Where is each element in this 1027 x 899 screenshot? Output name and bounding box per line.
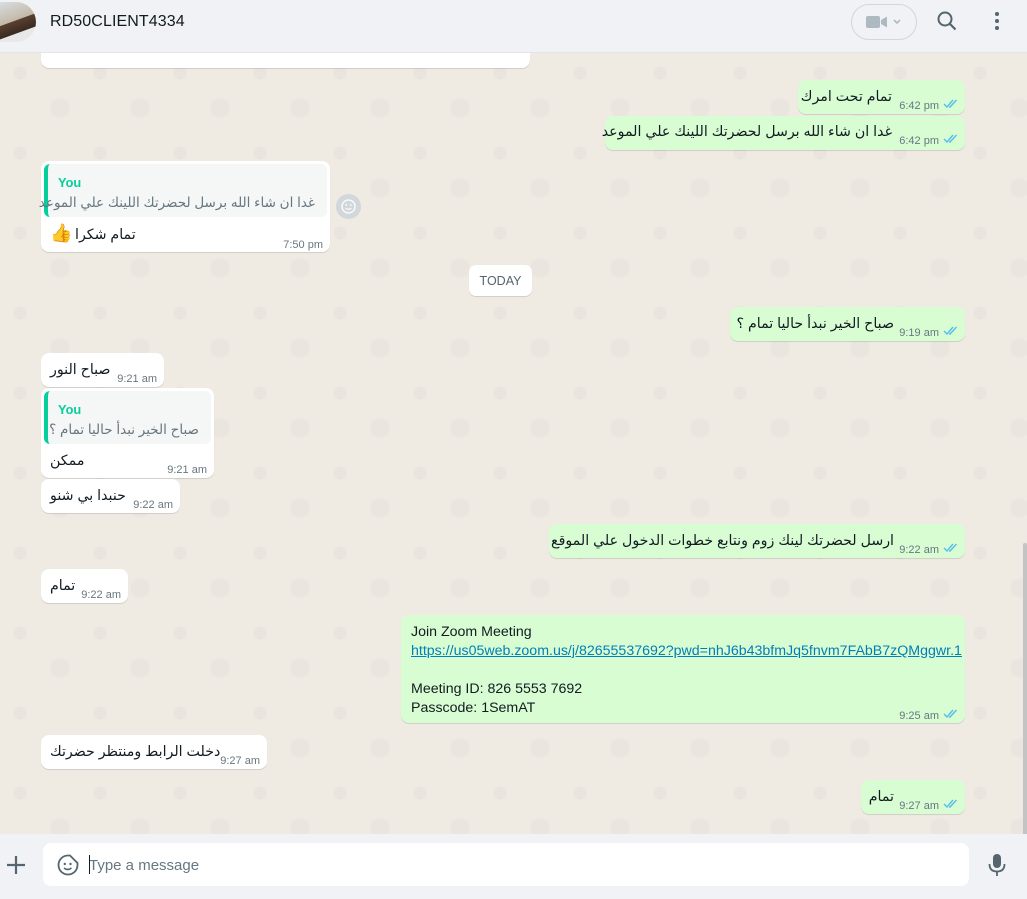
message-time: 9:22 am bbox=[81, 589, 121, 601]
message-incoming-reply[interactable]: You غدا ان شاء الله برسل لحضرتك اللينك ع… bbox=[39, 161, 330, 252]
contact-avatar[interactable] bbox=[0, 2, 36, 42]
date-divider: TODAY bbox=[469, 265, 532, 296]
message-incoming[interactable]: تمام 9:22 am bbox=[41, 569, 128, 603]
sticker-button[interactable] bbox=[56, 853, 80, 877]
message-input-box[interactable] bbox=[43, 843, 969, 886]
message-text: تمام تحت امرك bbox=[800, 89, 892, 105]
quoted-text: صباح الخير نبدأ حاليا تمام ؟ bbox=[49, 422, 199, 437]
message-time: 9:21 am bbox=[117, 373, 157, 385]
message-outgoing[interactable]: غدا ان شاء الله برسل لحضرتك اللينك علي ا… bbox=[601, 116, 965, 150]
message-text: Join Zoom Meeting bbox=[411, 624, 532, 640]
read-receipt-icon bbox=[943, 99, 958, 109]
microphone-icon bbox=[988, 854, 1006, 876]
message-list[interactable]: 6:42 pm تمام تحت امرك 6:42 pm غدا ان شاء… bbox=[0, 53, 1027, 834]
message-incoming-reply[interactable]: You صباح الخير نبدأ حاليا تمام ؟ ممكن 9:… bbox=[41, 388, 214, 478]
message-incoming[interactable]: دخلت الرابط ومنتظر حضرتك 9:27 am bbox=[41, 735, 267, 769]
zoom-meeting-link[interactable]: https://us05web.zoom.us/j/82655537692?pw… bbox=[411, 642, 962, 661]
message-outgoing[interactable]: ارسل لحضرتك لينك زوم ونتابع خطوات الدخول… bbox=[549, 524, 965, 558]
quoted-author: You bbox=[58, 175, 82, 190]
reaction-button[interactable] bbox=[336, 194, 361, 219]
message-text: دخلت الرابط ومنتظر حضرتك bbox=[50, 744, 221, 760]
thumbs-up-emoji: 👍 bbox=[50, 223, 73, 243]
scrollbar[interactable] bbox=[1023, 543, 1027, 834]
message-outgoing[interactable]: تمام 9:27 am bbox=[861, 780, 965, 814]
video-camera-icon bbox=[866, 16, 887, 28]
message-time: 9:21 am bbox=[167, 464, 207, 476]
quoted-message[interactable]: You صباح الخير نبدأ حاليا تمام ؟ bbox=[44, 391, 211, 444]
message-outgoing[interactable]: تمام تحت امرك 6:42 pm bbox=[798, 80, 965, 114]
attach-button[interactable] bbox=[5, 854, 27, 876]
message-time: 9:27 am bbox=[220, 755, 260, 767]
more-vertical-icon bbox=[995, 12, 999, 30]
voice-message-button[interactable] bbox=[986, 852, 1008, 878]
search-icon bbox=[937, 11, 957, 31]
message-incoming[interactable]: حنبدا بي شنو 9:22 am bbox=[41, 479, 180, 513]
meeting-id-text: Meeting ID: 826 5553 7692 bbox=[411, 681, 583, 697]
chevron-down-icon bbox=[893, 19, 901, 25]
message-text: حنبدا بي شنو bbox=[50, 488, 126, 504]
message-text: ارسل لحضرتك لينك زوم ونتابع خطوات الدخول… bbox=[551, 533, 894, 549]
message-text: تمام bbox=[868, 789, 894, 805]
message-text: تمام bbox=[50, 578, 76, 594]
plus-icon bbox=[7, 856, 25, 874]
smiley-icon bbox=[341, 199, 356, 214]
message-time: 9:22 am bbox=[133, 499, 173, 511]
message-outgoing[interactable]: صباح الخير نبدأ حاليا تمام ؟ 9:19 am bbox=[730, 307, 965, 341]
chat-header: RD50CLIENT4334 bbox=[0, 0, 1027, 53]
contact-name[interactable]: RD50CLIENT4334 bbox=[50, 13, 185, 31]
search-button[interactable] bbox=[935, 9, 959, 33]
message-input[interactable] bbox=[89, 854, 949, 876]
read-receipt-icon bbox=[943, 543, 958, 553]
message-text: ممكن bbox=[50, 453, 85, 469]
video-call-button[interactable] bbox=[851, 4, 917, 40]
message-incoming[interactable]: صباح النور 9:21 am bbox=[41, 353, 164, 387]
message-text: صباح الخير نبدأ حاليا تمام ؟ bbox=[736, 316, 894, 332]
menu-button[interactable] bbox=[985, 9, 1009, 33]
quoted-text: غدا ان شاء الله برسل لحضرتك اللينك علي ا… bbox=[38, 195, 315, 210]
message-text: تمام شكرا bbox=[75, 227, 136, 243]
message-time: 9:22 am bbox=[899, 544, 939, 556]
read-receipt-icon bbox=[943, 709, 958, 719]
sticker-smiley-icon bbox=[57, 854, 79, 876]
message-time: 9:27 am bbox=[899, 800, 939, 812]
read-receipt-icon bbox=[943, 799, 958, 809]
message-time: 7:50 pm bbox=[283, 239, 323, 251]
message-time: 6:42 pm bbox=[899, 135, 939, 147]
message-outgoing-zoom-link[interactable]: Join Zoom Meeting https://us05web.zoom.u… bbox=[401, 615, 965, 723]
message-text: صباح النور bbox=[50, 362, 111, 378]
read-receipt-icon bbox=[943, 326, 958, 336]
quoted-message[interactable]: You غدا ان شاء الله برسل لحضرتك اللينك ع… bbox=[39, 164, 327, 217]
passcode-text: Passcode: 1SemAT bbox=[411, 700, 536, 716]
message-time: 6:42 pm bbox=[899, 100, 939, 112]
text-caret bbox=[89, 855, 90, 874]
message-bubble-clipped[interactable]: 6:42 pm bbox=[41, 53, 530, 68]
composer-bar bbox=[0, 834, 1027, 899]
quoted-author: You bbox=[58, 402, 82, 417]
message-text: غدا ان شاء الله برسل لحضرتك اللينك علي ا… bbox=[601, 124, 892, 140]
message-time: 9:25 am bbox=[899, 710, 939, 722]
message-time: 9:19 am bbox=[899, 327, 939, 339]
read-receipt-icon bbox=[943, 134, 958, 144]
